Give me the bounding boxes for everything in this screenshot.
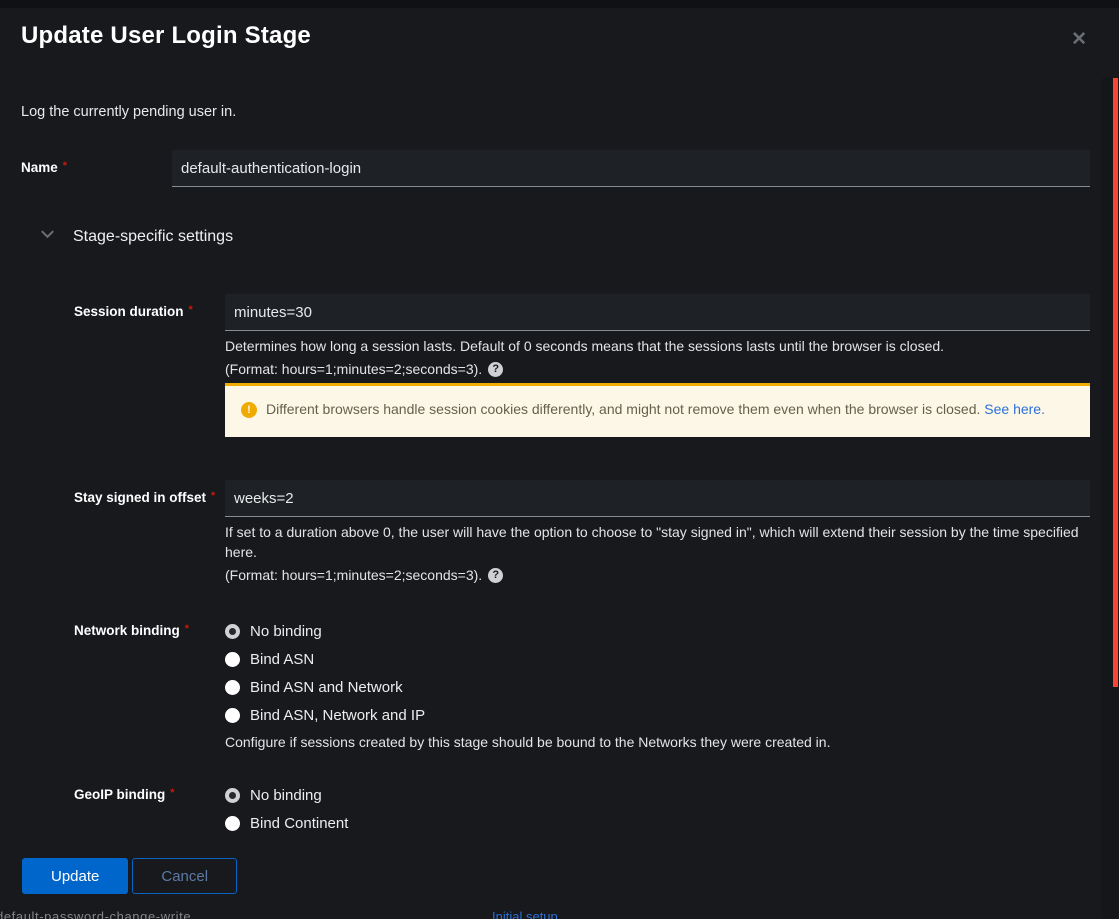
background-text-fragment: default-password-change-write — [0, 910, 192, 919]
modal-footer: Update Cancel — [22, 858, 238, 894]
background-link-fragment: Initial setup — [492, 910, 558, 919]
geoip-binding-label: GeoIP binding * — [74, 787, 175, 802]
modal-description: Log the currently pending user in. — [21, 104, 237, 120]
page-title: Update User Login Stage — [21, 22, 311, 49]
see-here-link[interactable]: See here. — [984, 401, 1045, 417]
radio-option-bind-asn[interactable]: Bind ASN — [225, 648, 1090, 670]
stay-signed-in-offset-help: If set to a duration above 0, the user w… — [225, 524, 1079, 560]
radio-option-bind-asn-network-ip[interactable]: Bind ASN, Network and IP — [225, 704, 1090, 726]
session-duration-input[interactable] — [225, 294, 1090, 331]
name-input[interactable] — [172, 150, 1090, 187]
page-background-edge — [0, 0, 1119, 8]
name-field-row: Name * — [21, 150, 1090, 187]
stage-settings-expander[interactable]: Stage-specific settings — [40, 227, 233, 247]
stay-signed-in-offset-row: Stay signed in offset* If set to a durat… — [74, 480, 1090, 585]
required-asterisk: * — [62, 160, 68, 172]
radio-selected-icon[interactable] — [225, 623, 240, 639]
required-asterisk: * — [170, 787, 175, 799]
radio-option-bind-asn-network[interactable]: Bind ASN and Network — [225, 676, 1090, 698]
radio-icon[interactable] — [225, 707, 240, 723]
update-button[interactable]: Update — [22, 858, 129, 894]
required-asterisk: * — [188, 304, 193, 316]
stay-signed-in-offset-format-help: (Format: hours=1;minutes=2;seconds=3). ? — [225, 565, 1090, 585]
warning-alert-text: Different browsers handle session cookie… — [266, 401, 1045, 417]
stay-signed-in-offset-label: Stay signed in offset * — [74, 490, 216, 505]
radio-icon[interactable] — [225, 815, 240, 831]
network-binding-help: Configure if sessions created by this st… — [225, 734, 831, 750]
close-icon[interactable]: ✕ — [1067, 26, 1091, 53]
radio-icon[interactable] — [225, 679, 240, 695]
radio-option-no-binding[interactable]: No binding — [225, 620, 1090, 642]
help-circle-icon[interactable]: ? — [488, 361, 504, 377]
radio-option-bind-continent[interactable]: Bind Continent — [225, 812, 1090, 834]
warning-icon: ! — [241, 402, 257, 418]
stay-signed-in-offset-input[interactable] — [225, 480, 1090, 517]
stay-signed-in-offset-control: If set to a duration above 0, the user w… — [225, 480, 1090, 585]
radio-icon[interactable] — [225, 651, 240, 667]
session-duration-format-help: (Format: hours=1;minutes=2;seconds=3). ? — [225, 359, 1090, 379]
geoip-binding-row: GeoIP binding * No binding Bind Continent — [74, 784, 1090, 840]
expander-label: Stage-specific settings — [73, 228, 234, 245]
update-user-login-stage-modal: Update User Login Stage ✕ Log the curren… — [0, 0, 1119, 919]
cancel-button[interactable]: Cancel — [132, 858, 238, 894]
network-binding-label: Network binding * — [74, 623, 190, 638]
geoip-binding-options: No binding Bind Continent — [225, 784, 1090, 840]
help-circle-icon[interactable]: ? — [488, 567, 504, 583]
chevron-down-icon — [40, 227, 55, 247]
required-asterisk: * — [211, 490, 216, 502]
session-duration-label: Session duration * — [74, 304, 193, 319]
session-cookie-warning-alert: ! Different browsers handle session cook… — [225, 383, 1090, 437]
required-asterisk: * — [184, 623, 190, 635]
network-binding-row: Network binding * No binding Bind ASN Bin… — [74, 620, 1090, 752]
session-duration-help: Determines how long a session lasts. Def… — [225, 338, 945, 354]
name-label: Name * — [21, 160, 68, 175]
network-binding-options: No binding Bind ASN Bind ASN and Network… — [225, 620, 1090, 752]
session-duration-row: Session duration* Determines how long a … — [74, 294, 1090, 437]
scrollbar-thumb[interactable] — [1113, 78, 1118, 687]
radio-option-no-binding[interactable]: No binding — [225, 784, 1090, 806]
session-duration-control: Determines how long a session lasts. Def… — [225, 294, 1090, 437]
radio-selected-icon[interactable] — [225, 787, 240, 803]
